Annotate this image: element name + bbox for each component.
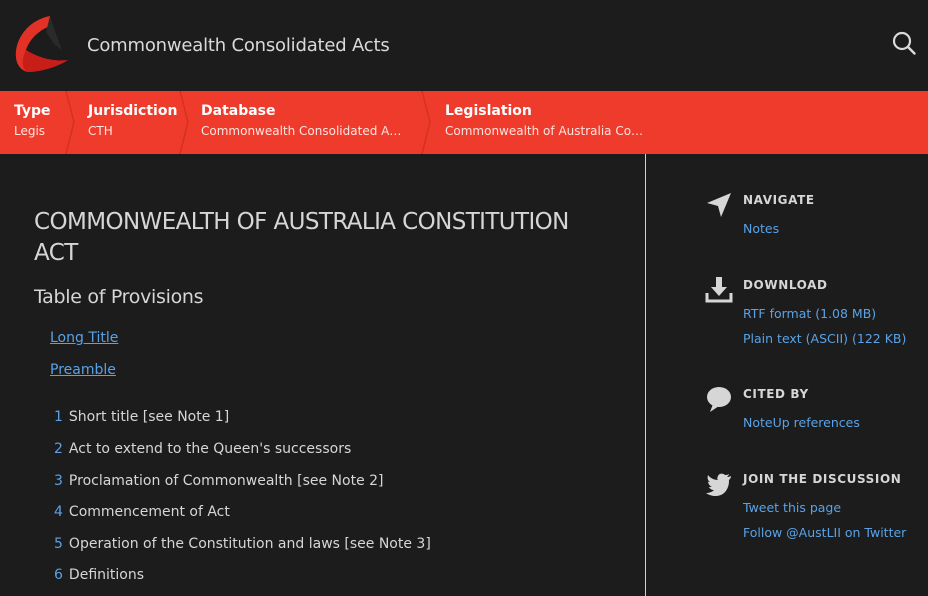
search-icon[interactable] [891,30,917,56]
twitter-bird-icon [706,473,731,496]
provision-text: Definitions [68,567,145,583]
provision-text: Operation of the Constitution and laws [… [68,536,431,552]
navigate-arrow-icon [707,193,731,217]
breadcrumb-label: Database [201,103,276,119]
noteup-link[interactable]: NoteUp references [743,415,860,430]
site-title[interactable]: Commonwealth Consolidated Acts [87,35,390,56]
breadcrumb: Type Legis Jurisdiction CTH Database Com… [0,91,928,154]
provision-number: 5 [54,536,63,552]
provision-item[interactable]: 3 Proclamation of Commonwealth [see Note … [54,473,384,489]
breadcrumb-type[interactable]: Type Legis [14,91,64,154]
breadcrumb-separator [179,91,189,154]
provision-number: 2 [54,441,63,457]
breadcrumb-separator [421,91,431,154]
download-icon [705,277,733,303]
long-title-link[interactable]: Long Title [50,330,118,346]
austlii-logo[interactable] [10,10,74,76]
provision-text: Short title [see Note 1] [68,409,230,425]
discussion-heading: JOIN THE DISCUSSION [743,472,902,486]
speech-bubble-icon [707,387,731,412]
provision-text: Commencement of Act [68,504,230,520]
notes-link[interactable]: Notes [743,221,779,236]
site-header: Commonwealth Consolidated Acts [0,0,928,91]
provision-item[interactable]: 4 Commencement of Act [54,504,230,520]
breadcrumb-separator [65,91,75,154]
column-divider [645,154,646,596]
provision-number: 3 [54,473,63,489]
provision-item[interactable]: 1 Short title [see Note 1] [54,409,229,425]
page-title: COMMONWEALTH OF AUSTRALIA CONSTITUTION A… [34,209,569,266]
provision-item[interactable]: 6 Definitions [54,567,144,583]
provision-text: Proclamation of Commonwealth [see Note 2… [68,473,384,489]
breadcrumb-jurisdiction[interactable]: Jurisdiction CTH [88,91,178,154]
navigate-heading: NAVIGATE [743,193,815,207]
provision-number: 1 [54,409,63,425]
breadcrumb-value: Commonwealth Consolidated A… [201,124,402,138]
breadcrumb-value: CTH [88,124,113,138]
provision-item[interactable]: 5 Operation of the Constitution and laws … [54,536,431,552]
toc-heading: Table of Provisions [34,286,204,308]
provision-number: 4 [54,504,63,520]
breadcrumb-label: Legislation [445,103,532,119]
preamble-link[interactable]: Preamble [50,362,116,378]
provision-text: Act to extend to the Queen's successors [68,441,352,457]
download-heading: DOWNLOAD [743,278,828,292]
provision-number: 6 [54,567,63,583]
breadcrumb-legislation[interactable]: Legislation Commonwealth of Australia Co… [445,91,660,154]
cited-by-heading: CITED BY [743,387,809,401]
follow-twitter-link[interactable]: Follow @AustLII on Twitter [743,525,906,540]
rtf-download-link[interactable]: RTF format (1.08 MB) [743,306,876,321]
breadcrumb-value: Commonwealth of Australia Co… [445,124,644,138]
breadcrumb-label: Jurisdiction [88,103,178,119]
plain-text-download-link[interactable]: Plain text (ASCII) (122 KB) [743,331,906,346]
breadcrumb-database[interactable]: Database Commonwealth Consolidated A… [201,91,411,154]
breadcrumb-value: Legis [14,124,46,138]
tweet-page-link[interactable]: Tweet this page [743,500,841,515]
provision-item[interactable]: 2 Act to extend to the Queen's successors [54,441,351,457]
breadcrumb-label: Type [14,103,51,119]
